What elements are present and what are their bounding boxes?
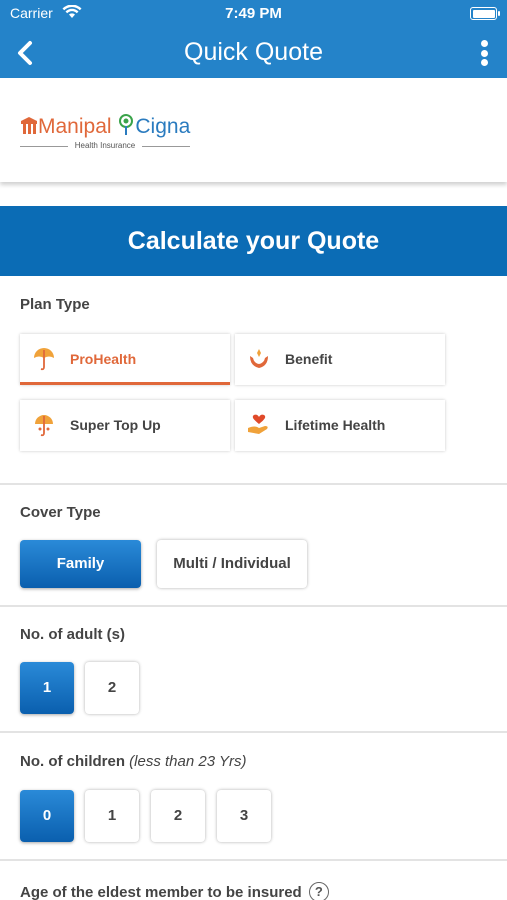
children-option-1[interactable]: 1 — [85, 790, 139, 842]
more-menu-icon[interactable] — [481, 40, 489, 68]
logo-card: Manipal Cigna Health Insurance — [0, 78, 507, 182]
adults-option-1[interactable]: 1 — [20, 662, 74, 714]
heart-hand-icon — [248, 414, 268, 434]
section-divider — [0, 859, 507, 861]
plan-option-label: ProHealth — [70, 351, 137, 367]
cover-type-label: Cover Type — [20, 504, 101, 521]
status-time: 7:49 PM — [225, 5, 282, 22]
plan-option-label: Lifetime Health — [285, 417, 386, 433]
cigna-tree-icon — [119, 114, 134, 135]
calculate-quote-banner: Calculate your Quote — [0, 206, 507, 276]
plan-option-super-top-up[interactable]: Super Top Up — [20, 400, 230, 451]
umbrella-icon — [34, 348, 54, 371]
help-icon[interactable]: ? — [308, 882, 329, 900]
brand-cigna: Cigna — [135, 115, 191, 138]
plan-option-benefit[interactable]: Benefit — [235, 334, 445, 385]
adults-label: No. of adult (s) — [20, 626, 125, 643]
page-title: Quick Quote — [184, 38, 323, 66]
adults-option-2[interactable]: 2 — [85, 662, 139, 714]
hands-care-icon — [250, 349, 268, 368]
children-label: No. of children (less than 23 Yrs) — [20, 753, 246, 770]
battery-icon — [470, 7, 500, 20]
children-option-2[interactable]: 2 — [151, 790, 205, 842]
brand-tagline: Health Insurance — [20, 141, 190, 150]
status-bar: Carrier 7:49 PM — [0, 0, 507, 28]
children-age-note: (less than 23 Yrs) — [129, 753, 247, 770]
plan-option-label: Super Top Up — [70, 417, 161, 433]
plan-option-prohealth[interactable]: ProHealth — [20, 334, 230, 385]
plan-type-label: Plan Type — [20, 296, 90, 313]
plan-option-label: Benefit — [285, 351, 333, 367]
cover-type-multi-individual-button[interactable]: Multi / Individual — [157, 540, 307, 588]
brand-manipal: Manipal — [38, 115, 112, 138]
eldest-age-label-text: Age of the eldest member to be insured — [20, 884, 302, 900]
cover-type-family-button[interactable]: Family — [20, 540, 141, 588]
nav-bar: Quick Quote — [0, 28, 507, 78]
children-label-text: No. of children — [20, 753, 125, 770]
brand-logo: Manipal Cigna — [20, 114, 190, 139]
section-divider — [0, 605, 507, 607]
children-option-0[interactable]: 0 — [20, 790, 74, 842]
umbrella-icon — [35, 415, 53, 437]
section-divider — [0, 483, 507, 485]
section-divider — [0, 731, 507, 733]
eldest-age-label: Age of the eldest member to be insured ? — [20, 882, 329, 900]
manipal-emblem-icon — [21, 117, 37, 134]
children-option-3[interactable]: 3 — [217, 790, 271, 842]
plan-option-lifetime-health[interactable]: Lifetime Health — [235, 400, 445, 451]
